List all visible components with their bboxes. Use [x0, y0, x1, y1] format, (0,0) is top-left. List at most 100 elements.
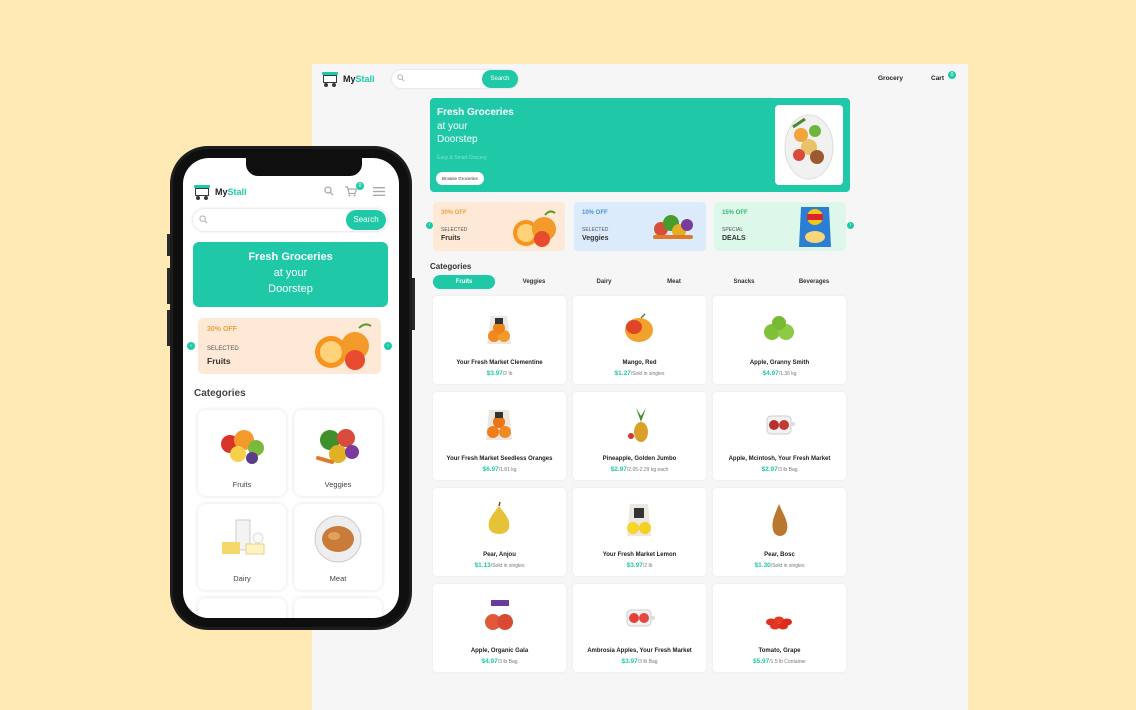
category-card-meat[interactable]: Meat: [294, 504, 382, 590]
brand-name-prefix: My: [215, 187, 228, 197]
hamburger-menu-icon[interactable]: [373, 187, 385, 196]
promo-prev-arrow[interactable]: ‹: [187, 342, 195, 350]
promo-label: SELECTED: [582, 227, 609, 233]
tab-fruits[interactable]: Fruits: [433, 275, 495, 289]
product-name: Pineapple, Golden Jumbo: [602, 456, 677, 462]
product-name: Your Fresh Market Lemon: [602, 552, 677, 558]
mobile-promo-card[interactable]: 30% OFF SELECTED Fruits: [198, 318, 381, 374]
product-price: $3.97/2 lb: [573, 562, 706, 569]
product-price: $4.97/1.36 kg: [713, 370, 846, 377]
product-card[interactable]: Apple, Mcintosh, Your Fresh Market $2.97/…: [713, 392, 846, 480]
search-icon: [199, 215, 208, 224]
category-card-fruits[interactable]: Fruits: [198, 410, 286, 496]
promo-next-arrow[interactable]: ›: [384, 342, 392, 350]
category-card-more[interactable]: [294, 598, 382, 618]
phone-side-button: [167, 234, 170, 256]
categories-title: Categories: [194, 388, 246, 399]
cart-icon[interactable]: [345, 186, 357, 197]
food-truck-icon: [193, 184, 211, 200]
desktop-header: MyStall Search Grocery Cart 0: [312, 64, 968, 94]
product-price: $2.97/2.05-2.29 kg each: [573, 466, 706, 473]
search-button[interactable]: Search: [346, 210, 386, 230]
promo-discount: 30% OFF: [441, 210, 467, 216]
product-card[interactable]: Pear, Bosc $1.30/Sold in singles: [713, 488, 846, 576]
oranges-bag-icon: [486, 410, 512, 440]
browse-groceries-button[interactable]: Browse Groceries: [436, 172, 484, 185]
dairy-icon: [222, 519, 265, 555]
promo-card-deals[interactable]: 15% OFF SPECIAL DEALS: [714, 202, 846, 251]
brand-name-prefix: My: [343, 74, 356, 84]
product-name: Ambrosia Apples, Your Fresh Market: [587, 648, 692, 654]
price-amount: $3.97: [621, 658, 638, 665]
product-price: $5.97/1.5 lb Container: [713, 658, 846, 665]
promo-name: Fruits: [441, 235, 461, 242]
promo-label: SPECIAL: [722, 227, 744, 233]
promo-card-fruits[interactable]: 30% OFF SELECTED Fruits: [433, 202, 565, 251]
mobile-hero-banner: Fresh Groceries at your Doorstep: [193, 242, 388, 307]
hero-title-line1: Fresh Groceries: [437, 107, 514, 118]
price-unit: /1.36 kg: [778, 371, 797, 377]
search-icon[interactable]: [324, 186, 334, 196]
product-card[interactable]: Your Fresh Market Seedless Oranges $6.97/…: [433, 392, 566, 480]
category-card-more[interactable]: [198, 598, 286, 618]
hero-tagline: Easy & Smart Grocery: [437, 155, 487, 161]
promo-next-arrow[interactable]: ›: [847, 222, 854, 229]
orange-splash-icon: [315, 323, 372, 370]
promo-discount: 30% OFF: [207, 326, 237, 333]
tab-meat[interactable]: Meat: [643, 275, 705, 289]
lemon-bag-icon: [627, 504, 651, 536]
tab-dairy[interactable]: Dairy: [573, 275, 635, 289]
price-unit: /1.5 lb Container: [769, 659, 806, 665]
tab-snacks[interactable]: Snacks: [713, 275, 775, 289]
ambrosia-bag-icon: [626, 609, 655, 627]
product-card[interactable]: Pineapple, Golden Jumbo $2.97/2.05-2.29 k…: [573, 392, 706, 480]
product-card[interactable]: Pear, Anjou $1.13/Sold in singles: [433, 488, 566, 576]
search-icon: [397, 74, 405, 82]
search-input[interactable]: [213, 213, 333, 227]
product-card[interactable]: Apple, Granny Smith $4.97/1.36 kg: [713, 296, 846, 384]
price-unit: /2.05-2.29 kg each: [626, 467, 669, 473]
product-price: $1.30/Sold in singles: [713, 562, 846, 569]
orange-splash-icon: [513, 210, 556, 247]
product-card[interactable]: Ambrosia Apples, Your Fresh Market $3.97/…: [573, 584, 706, 672]
brand-logo[interactable]: MyStall: [321, 71, 375, 87]
green-apples-icon: [764, 316, 794, 340]
promo-name: DEALS: [722, 235, 746, 242]
product-card[interactable]: Your Fresh Market Lemon $3.97/2 lb: [573, 488, 706, 576]
mango-icon: [625, 313, 653, 342]
promo-label: SELECTED: [441, 227, 468, 233]
category-label: Veggies: [324, 480, 352, 489]
product-card[interactable]: Tomato, Grape $5.97/1.5 lb Container: [713, 584, 846, 672]
price-unit: /Sold in singles: [630, 371, 665, 377]
promo-discount: 10% OFF: [582, 210, 608, 216]
category-card-veggies[interactable]: Veggies: [294, 410, 382, 496]
product-card[interactable]: Apple, Organic Gala $4.97/3 lb Bag: [433, 584, 566, 672]
price-amount: $1.13: [474, 562, 491, 569]
pineapple-icon: [628, 408, 648, 442]
price-amount: $4.97: [481, 658, 498, 665]
product-name: Apple, Mcintosh, Your Fresh Market: [728, 456, 831, 462]
price-amount: $1.27: [614, 370, 631, 377]
meat-icon: [314, 515, 362, 563]
search-button[interactable]: Search: [482, 70, 518, 88]
nav-cart-link[interactable]: Cart: [931, 75, 944, 82]
search-input[interactable]: [408, 72, 478, 86]
promo-label: SELECTED: [207, 346, 239, 352]
product-card[interactable]: Your Fresh Market Clementine $3.97/2 lb: [433, 296, 566, 384]
mobile-brand-logo[interactable]: MyStall: [193, 184, 247, 200]
price-unit: /Sold in singles: [770, 563, 805, 569]
veggies-icon: [316, 429, 359, 464]
clementine-bag-icon: [487, 316, 511, 344]
product-card[interactable]: Mango, Red $1.27/Sold in singles: [573, 296, 706, 384]
promo-prev-arrow[interactable]: ‹: [426, 222, 433, 229]
apple-bag-icon: [766, 415, 795, 435]
product-price: $4.97/3 lb Bag: [433, 658, 566, 665]
hero-title-line1: Fresh Groceries: [248, 251, 333, 263]
nav-grocery-link[interactable]: Grocery: [878, 75, 903, 82]
phone-mockup: MyStall 0 Search Fresh Groceries at your…: [167, 146, 415, 630]
product-price: $2.97/3 lb Bag: [713, 466, 846, 473]
tab-beverages[interactable]: Beverages: [783, 275, 845, 289]
category-card-dairy[interactable]: Dairy: [198, 504, 286, 590]
tab-veggies[interactable]: Veggies: [503, 275, 565, 289]
promo-card-veggies[interactable]: 10% OFF SELECTED Veggies: [574, 202, 706, 251]
